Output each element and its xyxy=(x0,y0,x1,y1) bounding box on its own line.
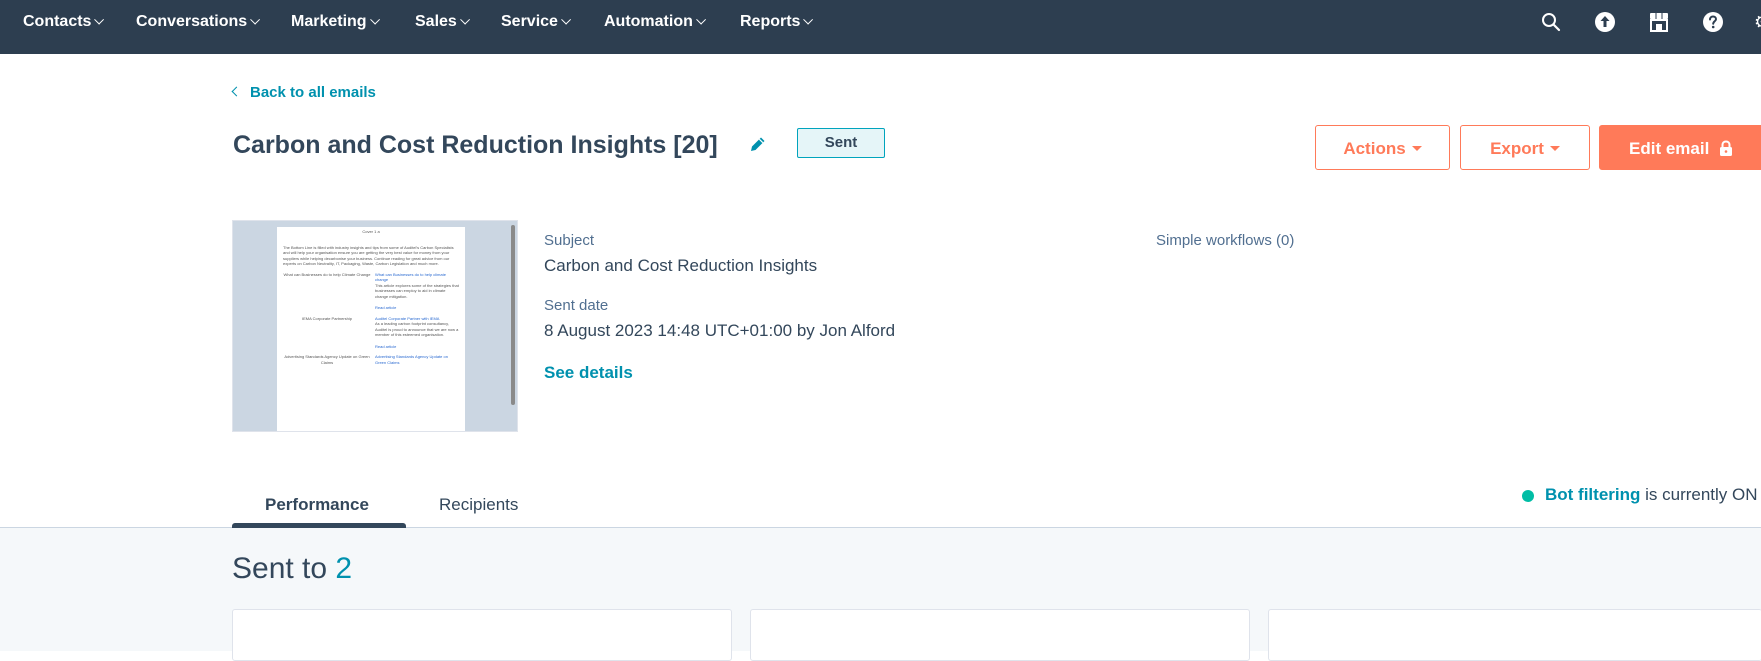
chevron-down-icon xyxy=(94,14,105,25)
lock-icon xyxy=(1720,140,1733,156)
search-icon[interactable] xyxy=(1539,10,1563,34)
preview-article-image: Advertising Standards Agency Update on G… xyxy=(284,354,370,365)
nav-marketing[interactable]: Marketing xyxy=(291,0,380,44)
metric-card xyxy=(750,609,1250,661)
chevron-down-icon xyxy=(696,14,706,25)
tab-performance[interactable]: Performance xyxy=(265,490,369,520)
subject-label: Subject xyxy=(544,232,595,249)
tab-recipients[interactable]: Recipients xyxy=(439,490,518,520)
metric-card xyxy=(232,609,732,661)
preview-article-image: What can Businesses do to help Climate C… xyxy=(283,271,371,277)
email-preview-paper: Cover 1 a The Bottom Line is filled with… xyxy=(277,227,465,431)
preview-article-body: This article explores some of the strate… xyxy=(375,282,459,299)
subject-value: Carbon and Cost Reduction Insights xyxy=(544,256,818,275)
status-badge: Sent xyxy=(797,128,885,158)
marketplace-icon[interactable] xyxy=(1647,10,1671,34)
chevron-left-icon xyxy=(231,86,242,97)
nav-marketing-label: Marketing xyxy=(291,13,367,30)
nav-automation-label: Automation xyxy=(604,13,693,30)
settings-gear-icon[interactable]: ⚙ xyxy=(1754,10,1761,34)
preview-article-link: Read article xyxy=(375,305,397,310)
chevron-down-icon xyxy=(250,14,261,25)
preview-article-headline: What can Businesses do to help climate c… xyxy=(375,271,446,283)
bot-filter-status-dot-icon xyxy=(1522,490,1534,502)
actions-button-label: Actions xyxy=(1343,139,1406,158)
edit-email-button[interactable]: Edit email xyxy=(1599,125,1761,170)
chevron-down-icon xyxy=(561,14,571,25)
bot-filtering-link[interactable]: Bot filtering xyxy=(1545,485,1640,504)
bot-filter-status: Bot filtering is currently ON xyxy=(1545,485,1758,505)
page-title: Carbon and Cost Reduction Insights [20] xyxy=(233,131,718,159)
nav-contacts-label: Contacts xyxy=(23,13,92,30)
nav-sales-label: Sales xyxy=(415,13,457,30)
simple-workflows-link[interactable]: Simple workflows (0) xyxy=(1156,232,1294,249)
email-preview-thumbnail[interactable]: Cover 1 a The Bottom Line is filled with… xyxy=(232,220,518,432)
nav-conversations[interactable]: Conversations xyxy=(136,0,261,44)
back-link-label: Back to all emails xyxy=(250,84,376,101)
sent-to-heading: Sent to 2 xyxy=(232,552,352,586)
bot-filter-status-text: is currently ON xyxy=(1640,485,1758,504)
top-navigation-bar: Contacts Conversations Marketing Sales S… xyxy=(0,0,1761,54)
nav-reports[interactable]: Reports xyxy=(740,0,814,44)
export-dropdown-button[interactable]: Export xyxy=(1460,125,1590,170)
see-details-link[interactable]: See details xyxy=(544,363,633,383)
preview-article-headline: Advertising Standards Agency Update on G… xyxy=(375,354,448,365)
preview-article: Advertising Standards Agency Update on G… xyxy=(277,349,465,365)
nav-contacts[interactable]: Contacts xyxy=(23,0,105,44)
upgrade-arrow-icon[interactable] xyxy=(1593,10,1617,34)
preview-scrollbar[interactable] xyxy=(511,225,515,405)
chevron-down-icon xyxy=(803,14,814,25)
preview-intro-text: The Bottom Line is filled with industry … xyxy=(283,244,454,267)
preview-article-image: IEMA Corporate Partnership xyxy=(301,315,353,321)
back-to-all-emails-link[interactable]: Back to all emails xyxy=(231,83,376,103)
help-icon[interactable] xyxy=(1701,10,1725,34)
actions-dropdown-button[interactable]: Actions xyxy=(1315,125,1450,170)
export-button-label: Export xyxy=(1490,139,1544,158)
nav-reports-label: Reports xyxy=(740,13,801,30)
edit-name-pencil-icon[interactable] xyxy=(748,134,768,154)
nav-service-label: Service xyxy=(501,13,558,30)
preview-article: What can Businesses do to help Climate C… xyxy=(277,267,465,311)
preview-article-link: Read article xyxy=(375,343,397,349)
caret-down-icon xyxy=(1549,146,1560,151)
nav-automation[interactable]: Automation xyxy=(604,0,706,44)
sent-date-label: Sent date xyxy=(544,297,609,314)
sent-date-value: 8 August 2023 14:48 UTC+01:00 by Jon Alf… xyxy=(544,321,896,340)
edit-email-button-label: Edit email xyxy=(1629,139,1710,158)
sent-to-count[interactable]: 2 xyxy=(335,552,352,585)
sent-to-label: Sent to xyxy=(232,552,336,585)
preview-article-body: As a leading carbon footprint consultanc… xyxy=(375,321,459,337)
caret-down-icon xyxy=(1411,146,1422,151)
nav-conversations-label: Conversations xyxy=(136,13,248,30)
nav-service[interactable]: Service xyxy=(501,0,571,44)
nav-sales[interactable]: Sales xyxy=(415,0,470,44)
preview-article: IEMA Corporate Partnership Auditel Corpo… xyxy=(277,311,465,350)
chevron-down-icon xyxy=(369,14,380,25)
chevron-down-icon xyxy=(459,14,470,25)
metric-card xyxy=(1268,609,1761,661)
